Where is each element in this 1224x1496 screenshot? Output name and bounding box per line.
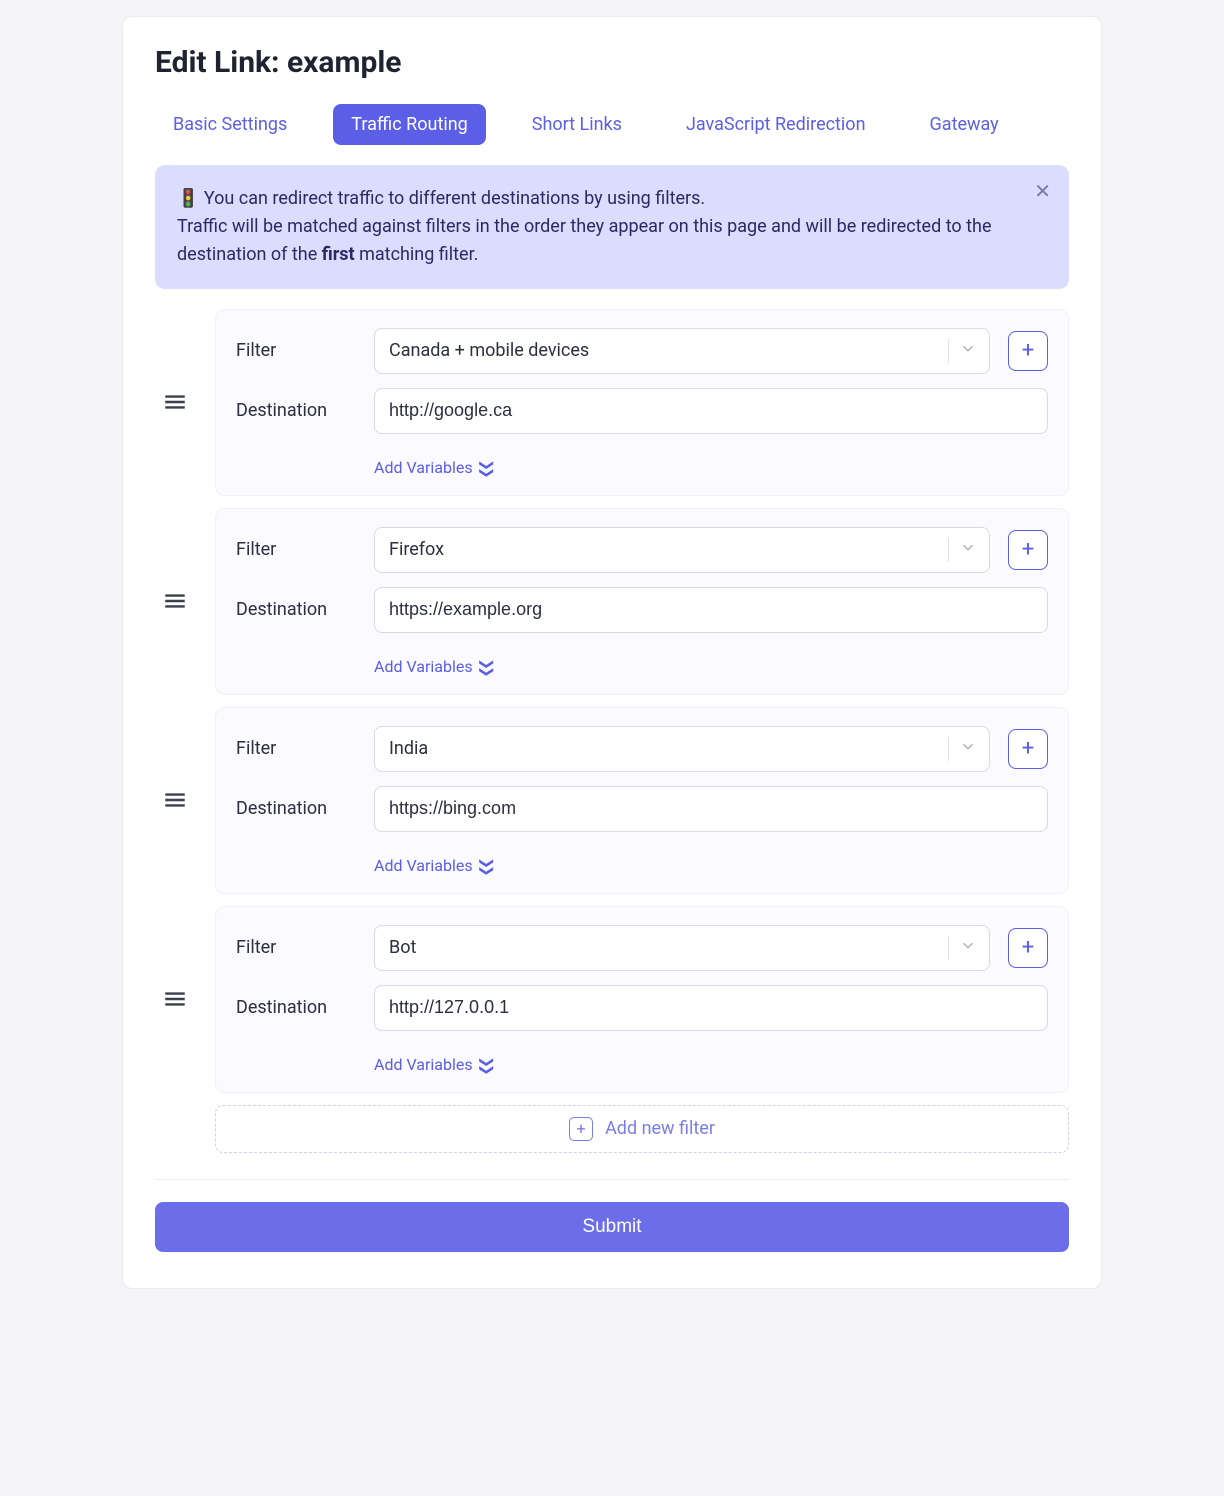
filter-row: Filter Bot + bbox=[236, 925, 1048, 971]
filter-select[interactable]: Bot bbox=[374, 925, 990, 971]
alert-line-2: Traffic will be matched against filters … bbox=[177, 213, 1047, 269]
alert-text-bold: first bbox=[322, 244, 355, 265]
destination-row: Destination bbox=[236, 587, 1048, 633]
filter-select[interactable]: Firefox bbox=[374, 527, 990, 573]
alert-text-2a: Traffic will be matched against filters … bbox=[177, 216, 992, 265]
destination-row: Destination bbox=[236, 985, 1048, 1031]
select-separator bbox=[948, 737, 949, 761]
destination-input[interactable] bbox=[374, 587, 1048, 633]
add-filter-condition-button[interactable]: + bbox=[1008, 331, 1048, 371]
destination-label: Destination bbox=[236, 599, 356, 620]
add-variables-link[interactable]: Add Variables ❯❯ bbox=[374, 458, 494, 477]
tab-short-links[interactable]: Short Links bbox=[514, 104, 640, 145]
double-chevron-down-icon: ❯❯ bbox=[478, 1056, 494, 1071]
select-separator bbox=[948, 936, 949, 960]
filter-body: Filter India + Destination Add Variables ❯❯ bbox=[215, 707, 1069, 894]
page-title: Edit Link: example bbox=[155, 45, 1069, 80]
plus-icon: + bbox=[569, 1117, 593, 1141]
filter-select-value: Firefox bbox=[389, 539, 444, 560]
filter-body: Filter Canada + mobile devices + Destinatio… bbox=[215, 309, 1069, 496]
add-variables-label: Add Variables bbox=[374, 657, 473, 676]
divider bbox=[155, 1179, 1069, 1180]
filter-card: Filter Bot + Destination Add Variables ❯❯ bbox=[155, 906, 1069, 1093]
filter-row: Filter Canada + mobile devices + bbox=[236, 328, 1048, 374]
add-variables-link[interactable]: Add Variables ❯❯ bbox=[374, 657, 494, 676]
tab-gateway[interactable]: Gateway bbox=[912, 104, 1017, 145]
add-variables-label: Add Variables bbox=[374, 856, 473, 875]
chevron-down-icon bbox=[959, 538, 977, 561]
filter-select-value: India bbox=[389, 738, 428, 759]
add-new-filter-label: Add new filter bbox=[605, 1118, 715, 1139]
filter-card: Filter Firefox + Destination Add Variables ❯❯ bbox=[155, 508, 1069, 695]
filter-select[interactable]: India bbox=[374, 726, 990, 772]
destination-row: Destination bbox=[236, 388, 1048, 434]
destination-label: Destination bbox=[236, 400, 356, 421]
select-separator bbox=[948, 538, 949, 562]
add-new-filter-button[interactable]: + Add new filter bbox=[215, 1105, 1069, 1153]
traffic-light-icon: 🚦 bbox=[177, 188, 204, 209]
add-variables-label: Add Variables bbox=[374, 458, 473, 477]
filter-select-value: Bot bbox=[389, 937, 416, 958]
add-variables-link[interactable]: Add Variables ❯❯ bbox=[374, 1055, 494, 1074]
add-filter-condition-button[interactable]: + bbox=[1008, 928, 1048, 968]
destination-input[interactable] bbox=[374, 388, 1048, 434]
double-chevron-down-icon: ❯❯ bbox=[478, 857, 494, 872]
alert-text-2b: matching filter. bbox=[355, 244, 479, 265]
destination-input[interactable] bbox=[374, 786, 1048, 832]
tab-javascript-redirection[interactable]: JavaScript Redirection bbox=[668, 104, 884, 145]
filter-label: Filter bbox=[236, 738, 356, 759]
filter-select-value: Canada + mobile devices bbox=[389, 340, 589, 361]
destination-label: Destination bbox=[236, 798, 356, 819]
add-filter-condition-button[interactable]: + bbox=[1008, 530, 1048, 570]
double-chevron-down-icon: ❯❯ bbox=[478, 459, 494, 474]
select-separator bbox=[948, 339, 949, 363]
tab-basic-settings[interactable]: Basic Settings bbox=[155, 104, 305, 145]
alert-text-1: You can redirect traffic to different de… bbox=[204, 188, 705, 209]
alert-line-1: 🚦 You can redirect traffic to different … bbox=[177, 185, 1047, 213]
double-chevron-down-icon: ❯❯ bbox=[478, 658, 494, 673]
add-filter-condition-button[interactable]: + bbox=[1008, 729, 1048, 769]
filter-label: Filter bbox=[236, 340, 356, 361]
chevron-down-icon bbox=[959, 339, 977, 362]
destination-label: Destination bbox=[236, 997, 356, 1018]
drag-handle-icon[interactable] bbox=[155, 787, 195, 813]
filter-body: Filter Firefox + Destination Add Variables ❯❯ bbox=[215, 508, 1069, 695]
filter-row: Filter Firefox + bbox=[236, 527, 1048, 573]
tabs: Basic Settings Traffic Routing Short Links… bbox=[155, 104, 1069, 145]
tab-traffic-routing[interactable]: Traffic Routing bbox=[333, 104, 485, 145]
filters-container: Filter Canada + mobile devices + Destinatio… bbox=[155, 309, 1069, 1093]
close-icon[interactable]: ✕ bbox=[1034, 181, 1051, 201]
destination-input[interactable] bbox=[374, 985, 1048, 1031]
drag-handle-icon[interactable] bbox=[155, 588, 195, 614]
drag-handle-icon[interactable] bbox=[155, 986, 195, 1012]
edit-link-card: Edit Link: example Basic Settings Traffic… bbox=[122, 16, 1102, 1289]
filter-card: Filter Canada + mobile devices + Destinatio… bbox=[155, 309, 1069, 496]
chevron-down-icon bbox=[959, 737, 977, 760]
submit-button[interactable]: Submit bbox=[155, 1202, 1069, 1252]
destination-row: Destination bbox=[236, 786, 1048, 832]
filter-select[interactable]: Canada + mobile devices bbox=[374, 328, 990, 374]
filter-card: Filter India + Destination Add Variables ❯❯ bbox=[155, 707, 1069, 894]
drag-handle-icon[interactable] bbox=[155, 389, 195, 415]
filter-label: Filter bbox=[236, 539, 356, 560]
add-variables-link[interactable]: Add Variables ❯❯ bbox=[374, 856, 494, 875]
filter-label: Filter bbox=[236, 937, 356, 958]
add-variables-label: Add Variables bbox=[374, 1055, 473, 1074]
filter-body: Filter Bot + Destination Add Variables ❯❯ bbox=[215, 906, 1069, 1093]
filter-row: Filter India + bbox=[236, 726, 1048, 772]
chevron-down-icon bbox=[959, 936, 977, 959]
info-alert: ✕ 🚦 You can redirect traffic to differen… bbox=[155, 165, 1069, 289]
